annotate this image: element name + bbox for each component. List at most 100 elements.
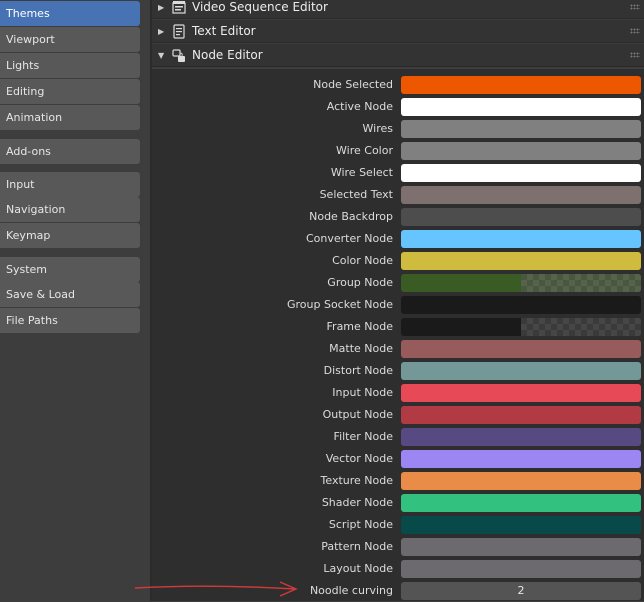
property-label: Color Node xyxy=(332,254,393,267)
color-swatch-script-node[interactable] xyxy=(401,516,641,534)
section-title: Node Editor xyxy=(192,48,263,62)
property-label: Noodle curving xyxy=(309,584,393,597)
disclosure-collapsed-icon[interactable]: ▶ xyxy=(158,0,164,19)
color-swatch-shader-node[interactable] xyxy=(401,494,641,512)
color-swatch-vector-node[interactable] xyxy=(401,450,641,468)
color-swatch-output-node[interactable] xyxy=(401,406,641,424)
section-node-editor[interactable]: ▼ Node Editor xyxy=(152,44,644,67)
preferences-sidebar: Themes Viewport Lights Editing Animation Add-… xyxy=(0,0,150,601)
sidebar-item-add-ons[interactable]: Add-ons xyxy=(0,139,140,164)
property-label: Vector Node xyxy=(325,452,393,465)
property-row-selected-text: Selected Text xyxy=(152,184,644,206)
section-title: Video Sequence Editor xyxy=(192,0,328,14)
property-label: Matte Node xyxy=(329,342,393,355)
property-row-texture-node: Texture Node xyxy=(152,470,644,492)
sidebar-item-system[interactable]: System xyxy=(0,257,140,282)
property-row-output-node: Output Node xyxy=(152,404,644,426)
color-swatch-matte-node[interactable] xyxy=(401,340,641,358)
color-swatch-layout-node[interactable] xyxy=(401,560,641,578)
sidebar-item-keymap[interactable]: Keymap xyxy=(0,223,140,248)
color-swatch-frame-node[interactable] xyxy=(401,318,641,336)
themes-panel: ▶ Video Sequence Editor ▶ Text Editor ▼ Node … xyxy=(152,0,644,601)
color-swatch-wire-color[interactable] xyxy=(401,142,641,160)
property-row-frame-node: Frame Node xyxy=(152,316,644,338)
property-label: Distort Node xyxy=(323,364,393,377)
red-annotation-arrow xyxy=(134,581,298,597)
color-swatch-color-node[interactable] xyxy=(401,252,641,270)
property-label: Wire Select xyxy=(330,166,393,179)
color-swatch-wires[interactable] xyxy=(401,120,641,138)
property-row-color-node: Color Node xyxy=(152,250,644,272)
property-label: Filter Node xyxy=(333,430,393,443)
property-label: Group Node xyxy=(327,276,393,289)
property-row-vector-node: Vector Node xyxy=(152,448,644,470)
property-row-converter-node: Converter Node xyxy=(152,228,644,250)
sidebar-item-themes[interactable]: Themes xyxy=(0,1,140,26)
color-swatch-filter-node[interactable] xyxy=(401,428,641,446)
property-label: Texture Node xyxy=(320,474,393,487)
node-editor-properties: Node Selected Active Node Wires Wire Color W… xyxy=(152,69,644,601)
property-row-pattern-node: Pattern Node xyxy=(152,536,644,558)
property-label: Script Node xyxy=(328,518,393,531)
property-row-group-node: Group Node xyxy=(152,272,644,294)
property-row-script-node: Script Node xyxy=(152,514,644,536)
property-row-wire-select: Wire Select xyxy=(152,162,644,184)
property-row-input-node: Input Node xyxy=(152,382,644,404)
property-label: Node Backdrop xyxy=(309,210,393,223)
noodle-curving-field[interactable]: 2 xyxy=(401,582,641,600)
property-label: Node Selected xyxy=(313,78,393,91)
section-video-sequence-editor[interactable]: ▶ Video Sequence Editor xyxy=(152,0,644,19)
color-swatch-wire-select[interactable] xyxy=(401,164,641,182)
sidebar-item-editing[interactable]: Editing xyxy=(0,79,140,104)
disclosure-expanded-icon[interactable]: ▼ xyxy=(158,44,164,67)
property-label: Pattern Node xyxy=(321,540,393,553)
property-row-wire-color: Wire Color xyxy=(152,140,644,162)
property-label: Selected Text xyxy=(319,188,393,201)
drag-grip-icon[interactable] xyxy=(630,52,640,58)
drag-grip-icon[interactable] xyxy=(630,4,640,10)
property-row-group-socket-node: Group Socket Node xyxy=(152,294,644,316)
sidebar-item-navigation[interactable]: Navigation xyxy=(0,197,140,222)
node-editor-icon xyxy=(172,48,186,63)
property-row-node-backdrop: Node Backdrop xyxy=(152,206,644,228)
sidebar-item-lights[interactable]: Lights xyxy=(0,53,140,78)
property-row-shader-node: Shader Node xyxy=(152,492,644,514)
sidebar-item-animation[interactable]: Animation xyxy=(0,105,140,130)
text-editor-icon xyxy=(172,24,186,39)
property-label: Group Socket Node xyxy=(286,298,393,311)
arrow-shaft xyxy=(134,585,296,590)
color-swatch-node-selected[interactable] xyxy=(401,76,641,94)
property-row-node-selected: Node Selected xyxy=(152,74,644,96)
color-swatch-selected-text[interactable] xyxy=(401,186,641,204)
property-label: Wire Color xyxy=(336,144,393,157)
color-swatch-group-socket-node[interactable] xyxy=(401,296,641,314)
property-row-layout-node: Layout Node xyxy=(152,558,644,580)
color-swatch-converter-node[interactable] xyxy=(401,230,641,248)
sidebar-item-input[interactable]: Input xyxy=(0,172,140,197)
property-label: Input Node xyxy=(332,386,393,399)
sidebar-item-viewport[interactable]: Viewport xyxy=(0,27,140,52)
property-label: Layout Node xyxy=(323,562,393,575)
sidebar-item-file-paths[interactable]: File Paths xyxy=(0,308,140,333)
property-label: Output Node xyxy=(322,408,393,421)
property-label: Active Node xyxy=(326,100,393,113)
drag-grip-icon[interactable] xyxy=(630,28,640,34)
color-swatch-node-backdrop[interactable] xyxy=(401,208,641,226)
property-label: Wires xyxy=(362,122,393,135)
property-row-wires: Wires xyxy=(152,118,644,140)
color-swatch-group-node[interactable] xyxy=(401,274,641,292)
color-swatch-texture-node[interactable] xyxy=(401,472,641,490)
property-label: Frame Node xyxy=(326,320,393,333)
disclosure-collapsed-icon[interactable]: ▶ xyxy=(158,20,164,43)
property-label: Converter Node xyxy=(306,232,393,245)
color-swatch-distort-node[interactable] xyxy=(401,362,641,380)
section-text-editor[interactable]: ▶ Text Editor xyxy=(152,20,644,43)
property-row-active-node: Active Node xyxy=(152,96,644,118)
video-sequencer-icon xyxy=(172,0,186,15)
section-title: Text Editor xyxy=(192,24,256,38)
property-row-matte-node: Matte Node xyxy=(152,338,644,360)
color-swatch-pattern-node[interactable] xyxy=(401,538,641,556)
color-swatch-active-node[interactable] xyxy=(401,98,641,116)
color-swatch-input-node[interactable] xyxy=(401,384,641,402)
sidebar-item-save-load[interactable]: Save & Load xyxy=(0,282,140,307)
